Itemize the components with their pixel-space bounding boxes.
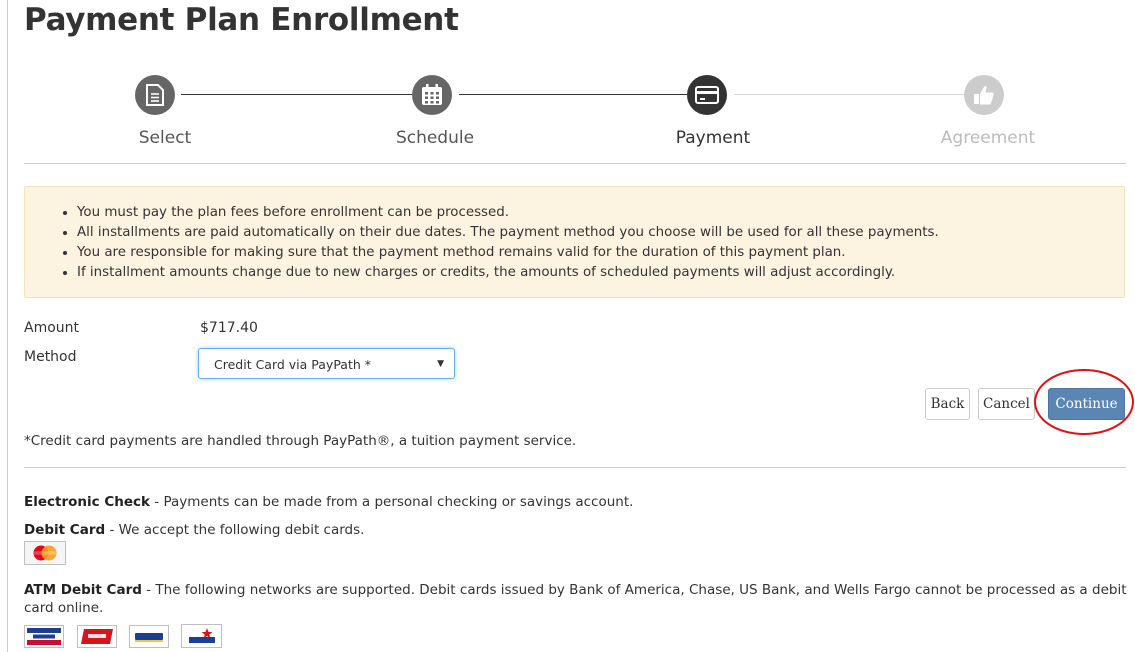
step-label-payment: Payment	[675, 128, 751, 148]
step-connector	[734, 94, 964, 95]
back-button[interactable]: Back	[925, 388, 970, 420]
echeck-text: - Payments can be made from a personal c…	[150, 494, 634, 510]
chevron-down-icon: ▼	[437, 359, 444, 369]
step-agreement-circle	[964, 75, 1004, 115]
debit-title: Debit Card	[24, 522, 106, 538]
divider	[24, 467, 1126, 468]
atm-title: ATM Debit Card	[24, 582, 142, 598]
step-payment-circle	[687, 75, 727, 115]
step-label-schedule: Schedule	[395, 128, 475, 148]
notice-item: If installment amounts change due to new…	[77, 263, 1124, 283]
cancel-button[interactable]: Cancel	[978, 388, 1035, 420]
step-label-select: Select	[138, 128, 192, 148]
paypath-note: *Credit card payments are handled throug…	[24, 433, 577, 449]
notice-box: You must pay the plan fees before enroll…	[24, 186, 1125, 298]
continue-button[interactable]: Continue	[1048, 388, 1125, 420]
divider	[24, 163, 1126, 164]
mastercard-logo	[24, 541, 66, 565]
nyce-logo	[77, 625, 117, 648]
atm-text: - The following networks are supported. …	[141, 582, 1127, 598]
thumbs-up-icon	[974, 86, 994, 105]
notice-item: You are responsible for making sure that…	[77, 243, 1124, 263]
atm-text-continued: card online.	[24, 600, 104, 616]
atm-info: ATM Debit Card - The following networks …	[24, 581, 1127, 617]
step-select-circle	[135, 75, 175, 115]
echeck-title: Electronic Check	[24, 494, 150, 510]
step-connector	[181, 94, 412, 95]
payment-method-selected: Credit Card via PayPath *	[214, 357, 372, 372]
step-schedule-circle	[412, 75, 452, 115]
step-label-agreement: Agreement	[940, 128, 1036, 148]
star-logo	[181, 624, 222, 648]
calendar-icon	[422, 84, 442, 105]
notice-item: All installments are paid automatically …	[77, 223, 1124, 243]
credit-card-icon	[695, 86, 719, 104]
echeck-info: Electronic Check - Payments can be made …	[24, 493, 633, 511]
accel-logo	[24, 625, 64, 648]
pulse-logo	[129, 625, 169, 648]
progress-stepper: Select Schedule Payment Agreement	[0, 70, 1135, 160]
method-label: Method	[24, 349, 77, 365]
document-icon	[146, 84, 164, 106]
amount-value: $717.40	[200, 320, 258, 336]
debit-text: - We accept the following debit cards.	[105, 522, 365, 538]
amount-label: Amount	[24, 320, 80, 336]
debit-info: Debit Card - We accept the following deb…	[24, 521, 364, 539]
step-connector	[459, 94, 687, 95]
notice-item: You must pay the plan fees before enroll…	[77, 203, 1124, 223]
page-title: Payment Plan Enrollment	[24, 2, 459, 38]
payment-method-select[interactable]: Credit Card via PayPath * ▼	[198, 348, 455, 379]
